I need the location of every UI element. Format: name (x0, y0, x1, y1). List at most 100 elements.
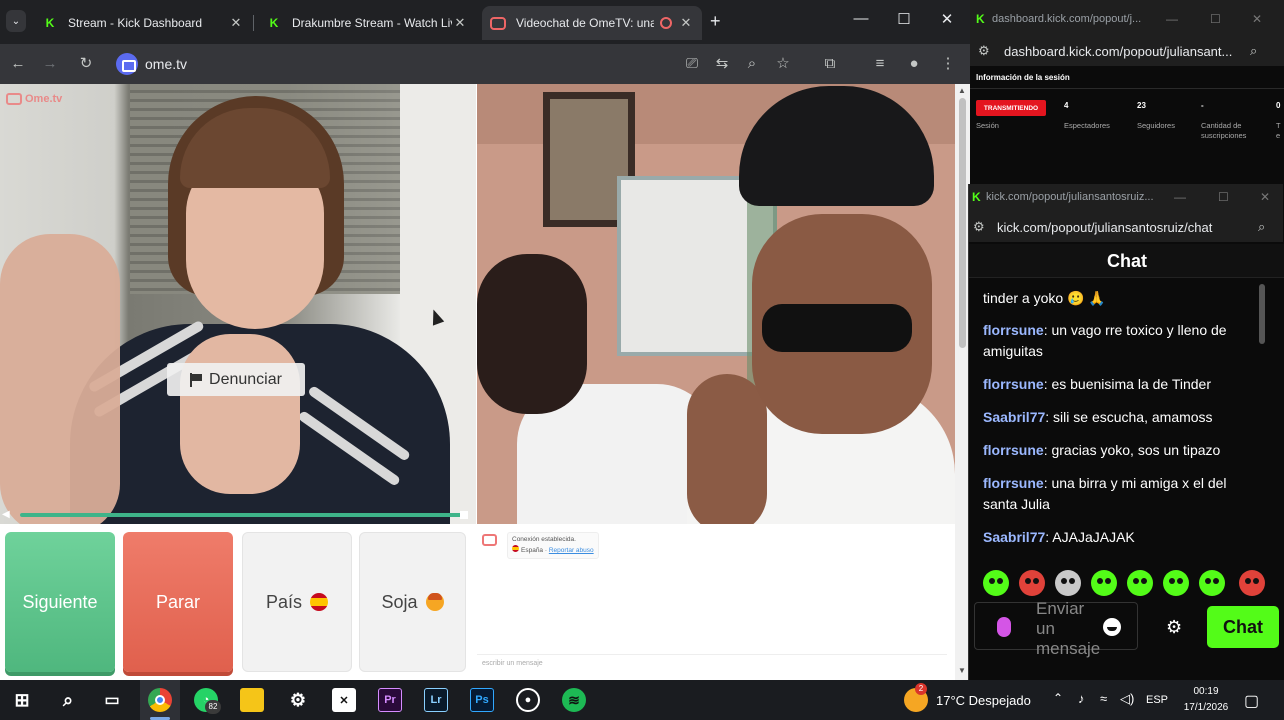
chevron-up-icon[interactable]: ⌃ (1053, 691, 1063, 705)
emote-icon[interactable] (1163, 570, 1189, 596)
country-button[interactable]: País (242, 532, 352, 672)
maximize-icon[interactable]: ☐ (1218, 190, 1229, 204)
message-input[interactable]: escribir un mensaje (477, 654, 947, 672)
volume-knob[interactable] (460, 511, 468, 519)
next-button[interactable]: Siguiente (5, 532, 115, 672)
tab-title: Drakumbre Stream - Watch Live (292, 16, 452, 30)
emoji-picker-icon[interactable] (1103, 618, 1121, 636)
extensions-icon[interactable]: ⧉ (820, 54, 840, 74)
close-window-icon[interactable]: ✕ (1252, 12, 1262, 26)
close-window-icon[interactable]: ✕ (1260, 190, 1270, 204)
settings-icon[interactable]: ⚙ (286, 688, 310, 712)
obs-icon[interactable]: ● (516, 688, 540, 712)
gender-button[interactable]: Soja (359, 532, 466, 672)
maximize-icon[interactable]: ☐ (894, 10, 914, 28)
tab-drakumbre[interactable]: K Drakumbre Stream - Watch Live ✕ (258, 6, 476, 40)
spotify-icon[interactable]: ≋ (562, 688, 586, 712)
bookmark-star-icon[interactable]: ☆ (773, 54, 793, 74)
chat-input[interactable]: Enviar un mensaje (974, 599, 1138, 658)
cast-icon[interactable]: ⎚ (682, 54, 702, 74)
report-button[interactable]: Denunciar (167, 363, 305, 396)
site-settings-icon[interactable]: ⚙ (973, 219, 985, 235)
emote-icon[interactable] (1019, 570, 1045, 596)
chat-username[interactable]: florrsune (983, 376, 1044, 392)
tab-search-button[interactable]: ⌄ (6, 10, 26, 32)
minimize-icon[interactable]: — (851, 10, 871, 27)
clock-time[interactable]: 00:19 (1178, 685, 1234, 699)
microphone-icon[interactable] (997, 617, 1011, 637)
task-view-icon[interactable]: ▭ (100, 688, 124, 712)
language-indicator[interactable]: ESP (1146, 694, 1168, 706)
zoom-icon[interactable]: ⌕ (742, 54, 762, 74)
tab-kick-dashboard[interactable]: K Stream - Kick Dashboard ✕ (34, 6, 252, 40)
microphone-tray-icon[interactable]: ♪ (1078, 691, 1085, 706)
wifi-icon[interactable]: ≈ (1100, 691, 1107, 706)
maximize-icon[interactable]: ☐ (1210, 12, 1221, 26)
clock-date[interactable]: 17/1/2026 (1178, 701, 1234, 715)
speaker-icon[interactable]: ◀ (2, 509, 10, 520)
profile-avatar-icon[interactable]: ● (904, 54, 924, 74)
person-emoji-icon (425, 593, 444, 611)
followers-label: Seguidores (1137, 121, 1175, 130)
minimize-icon[interactable]: — (1166, 12, 1178, 26)
country-name: España (521, 547, 544, 554)
chat-username[interactable]: Saabril77 (983, 409, 1045, 425)
capcut-icon[interactable]: ✕ (332, 688, 356, 712)
search-icon[interactable]: ⌕ (1258, 219, 1265, 235)
emote-icon[interactable] (1091, 570, 1117, 596)
popout-url[interactable]: dashboard.kick.com/popout/juliansant... (1004, 44, 1232, 59)
premiere-icon[interactable]: Pr (378, 688, 402, 712)
emote-icon[interactable] (1127, 570, 1153, 596)
forward-icon[interactable]: → (40, 54, 60, 74)
site-settings-icon[interactable]: ⚙ (978, 43, 990, 59)
emote-icon[interactable] (1199, 570, 1225, 596)
media-control-icon[interactable]: ≡ (870, 54, 890, 74)
translate-icon[interactable]: ⇆ (712, 54, 732, 74)
search-icon[interactable]: ⌕ (1250, 43, 1257, 59)
subs-label: Cantidad de suscripciones (1201, 121, 1247, 140)
search-icon[interactable]: ⌕ (56, 688, 80, 712)
chat-message: tinder a yoko 🥲 🙏 (983, 290, 1106, 306)
chrome-icon[interactable] (148, 688, 172, 712)
chat-username[interactable]: florrsune (983, 475, 1044, 491)
address-bar[interactable]: ome.tv (108, 49, 656, 79)
notifications-icon[interactable]: ▢ (1244, 691, 1259, 711)
stop-button[interactable]: Parar (123, 532, 233, 672)
popout-url[interactable]: kick.com/popout/juliansantosruiz/chat (997, 220, 1212, 235)
emote-icon[interactable] (983, 570, 1009, 596)
chat-scrollbar-thumb[interactable] (1259, 284, 1265, 344)
emote-icon[interactable] (1055, 570, 1081, 596)
kick-icon: K (972, 190, 981, 204)
scroll-down-icon[interactable]: ▼ (958, 666, 966, 675)
weather-text[interactable]: 17°C Despejado (936, 693, 1031, 708)
windows-start-icon[interactable]: ⊞ (10, 688, 34, 712)
chat-username[interactable]: Saabril77 (983, 529, 1045, 545)
lightroom-icon[interactable]: Lr (424, 688, 448, 712)
reload-icon[interactable]: ↻ (76, 54, 96, 74)
report-abuse-link[interactable]: Reportar abuso (549, 547, 594, 554)
windows-taskbar: ⊞ ⌕ ▭ ◔ 82 ⚙ ✕ Pr Lr Ps ● ≋ 2 17°C Despe… (0, 680, 1284, 720)
file-explorer-icon[interactable] (240, 688, 264, 712)
close-window-icon[interactable]: ✕ (937, 10, 957, 28)
close-tab-icon[interactable]: ✕ (678, 15, 694, 31)
menu-kebab-icon[interactable]: ⋮ (938, 54, 958, 74)
scroll-up-icon[interactable]: ▲ (958, 86, 966, 95)
back-icon[interactable]: ← (8, 54, 28, 74)
close-tab-icon[interactable]: ✕ (228, 15, 244, 31)
photoshop-icon[interactable]: Ps (470, 688, 494, 712)
minimize-icon[interactable]: — (1174, 190, 1186, 204)
emote-icon[interactable] (1239, 570, 1265, 596)
volume-control[interactable]: ◀ (0, 508, 476, 522)
chat-send-button[interactable]: Chat (1207, 606, 1279, 648)
site-info-icon[interactable] (116, 53, 138, 75)
chat-username[interactable]: florrsune (983, 442, 1044, 458)
volume-icon[interactable]: ◁) (1120, 691, 1134, 707)
scrollbar-thumb[interactable] (959, 98, 966, 348)
tab-ometv[interactable]: Videochat de OmeTV: una alternativa ✕ (482, 6, 702, 40)
volume-slider[interactable] (20, 511, 468, 519)
popout-address-row: ⚙ kick.com/popout/juliansantosruiz/chat … (969, 214, 1283, 242)
chat-settings-icon[interactable]: ⚙ (1166, 617, 1182, 638)
chat-username[interactable]: florrsune (983, 322, 1044, 338)
new-tab-icon[interactable]: + (710, 11, 721, 32)
close-tab-icon[interactable]: ✕ (452, 15, 468, 31)
